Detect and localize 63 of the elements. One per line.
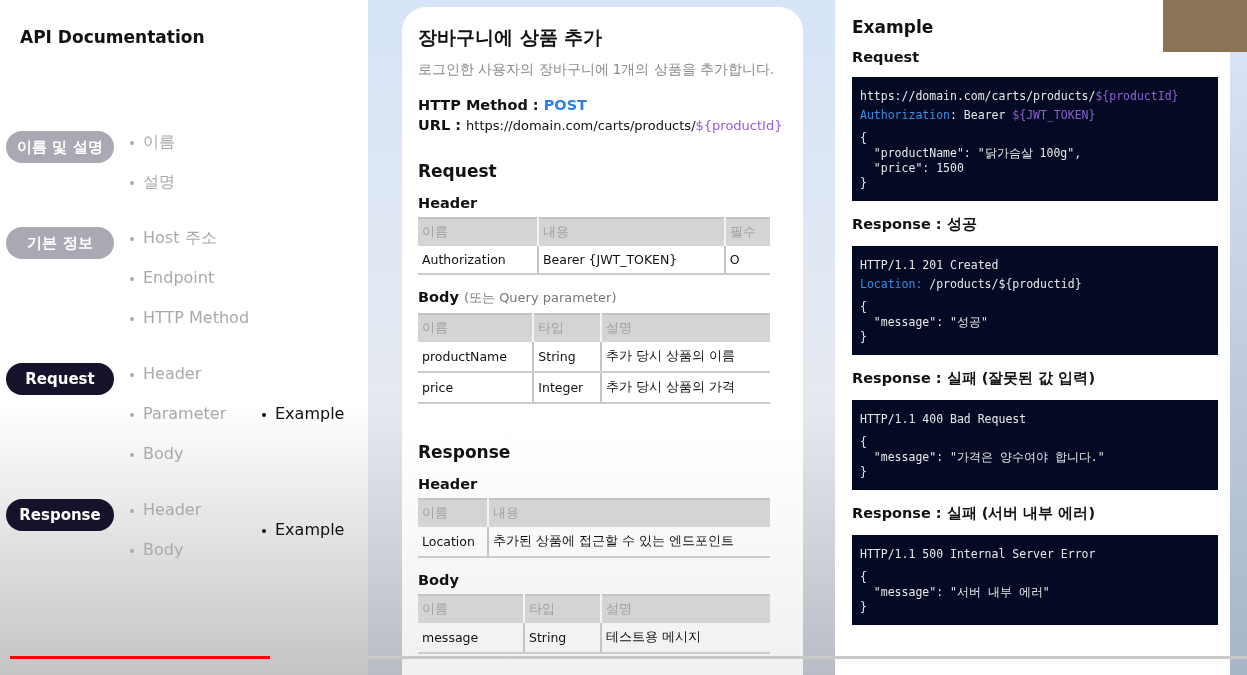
bullet-icon <box>130 316 134 321</box>
table-heading: Header <box>418 195 478 211</box>
example-heading: Response : 실패 (잘못된 값 입력) <box>852 370 1096 386</box>
table-cell: Integer <box>533 372 601 403</box>
code-block: HTTP/1.1 201 Created Location: /products/${productid} { "message": "성공" } <box>852 246 1218 355</box>
section-pill: 기본 정보 <box>6 227 114 259</box>
bullet-icon <box>130 140 134 145</box>
table-heading: Body (또는 Query parameter) <box>418 289 617 305</box>
section-pill: Response <box>6 499 114 531</box>
api-description: 로그인한 사용자의 장바구니에 1개의 상품을 추가합니다. <box>418 61 776 79</box>
outline-item: Header <box>143 364 202 383</box>
table-cell: O <box>724 246 770 274</box>
bullet-icon <box>130 276 134 281</box>
table-cell: 테스트용 메시지 <box>600 623 770 653</box>
section-heading: Request <box>418 161 497 181</box>
table-cell: message <box>418 623 524 653</box>
table-heading: Header <box>418 476 478 492</box>
table-cell: String <box>524 623 601 653</box>
bullet-icon <box>130 452 134 457</box>
outline-item: Example <box>275 520 345 539</box>
api-title: 장바구니에 상품 추가 <box>418 25 604 50</box>
outline-item: Body <box>143 444 184 463</box>
bullet-icon <box>130 180 134 185</box>
bullet-icon <box>262 412 266 417</box>
code-block: https://domain.com/carts/products/${productId} Authorization: Bearer ${JWT_TOKEN} { "productName": "닭가슴살 100g", "price": 1500 } <box>852 77 1218 201</box>
outline-item: HTTP Method <box>143 308 250 327</box>
table-cell: price <box>418 372 534 403</box>
example-title: Example <box>852 17 934 37</box>
bullet-icon <box>130 508 134 513</box>
table-cell: String <box>533 342 601 372</box>
section-heading: Response <box>418 442 511 462</box>
outline-item: Endpoint <box>143 268 215 287</box>
table-cell: productName <box>418 342 534 372</box>
table-cell: 추가된 상품에 접근할 수 있는 엔드포인트 <box>487 527 770 557</box>
table-cell: 추가 당시 상품의 이름 <box>600 342 770 372</box>
example-heading: Request <box>852 49 920 65</box>
example-heading: Response : 성공 <box>852 216 977 232</box>
bullet-icon <box>130 372 134 377</box>
table-cell: 추가 당시 상품의 가격 <box>600 372 770 403</box>
table-cell: Authorization <box>418 246 538 274</box>
example-heading: Response : 실패 (서버 내부 에러) <box>852 505 1096 521</box>
outline-item: Host 주소 <box>143 228 217 247</box>
document-title: API Documentation <box>20 27 205 47</box>
table-heading: Body <box>418 572 459 588</box>
url-line: URL : https://domain.com/carts/products/${productId} <box>418 117 783 133</box>
outline-item: 이름 <box>143 132 175 151</box>
bullet-icon <box>130 236 134 241</box>
code-block: HTTP/1.1 500 Internal Server Error { "message": "서버 내부 에러" } <box>852 535 1218 625</box>
progress-bar[interactable] <box>10 656 1247 659</box>
outline-item: Body <box>143 540 184 559</box>
outline-item: Header <box>143 500 202 519</box>
outline-item: 설명 <box>143 172 175 191</box>
bullet-icon <box>130 548 134 553</box>
http-method-line: HTTP Method : POST <box>418 97 587 113</box>
table-cell: Location <box>418 527 488 557</box>
table-cell: Bearer {JWT_TOKEN} <box>537 246 725 274</box>
bullet-icon <box>262 528 266 533</box>
outline-item: Example <box>275 404 345 423</box>
section-pill: 이름 및 설명 <box>6 131 114 163</box>
section-pill: Request <box>6 363 114 395</box>
code-block: HTTP/1.1 400 Bad Request { "message": "가격은 양수여야 합니다." } <box>852 400 1218 490</box>
outline-item: Parameter <box>143 404 227 423</box>
bullet-icon <box>130 412 134 417</box>
